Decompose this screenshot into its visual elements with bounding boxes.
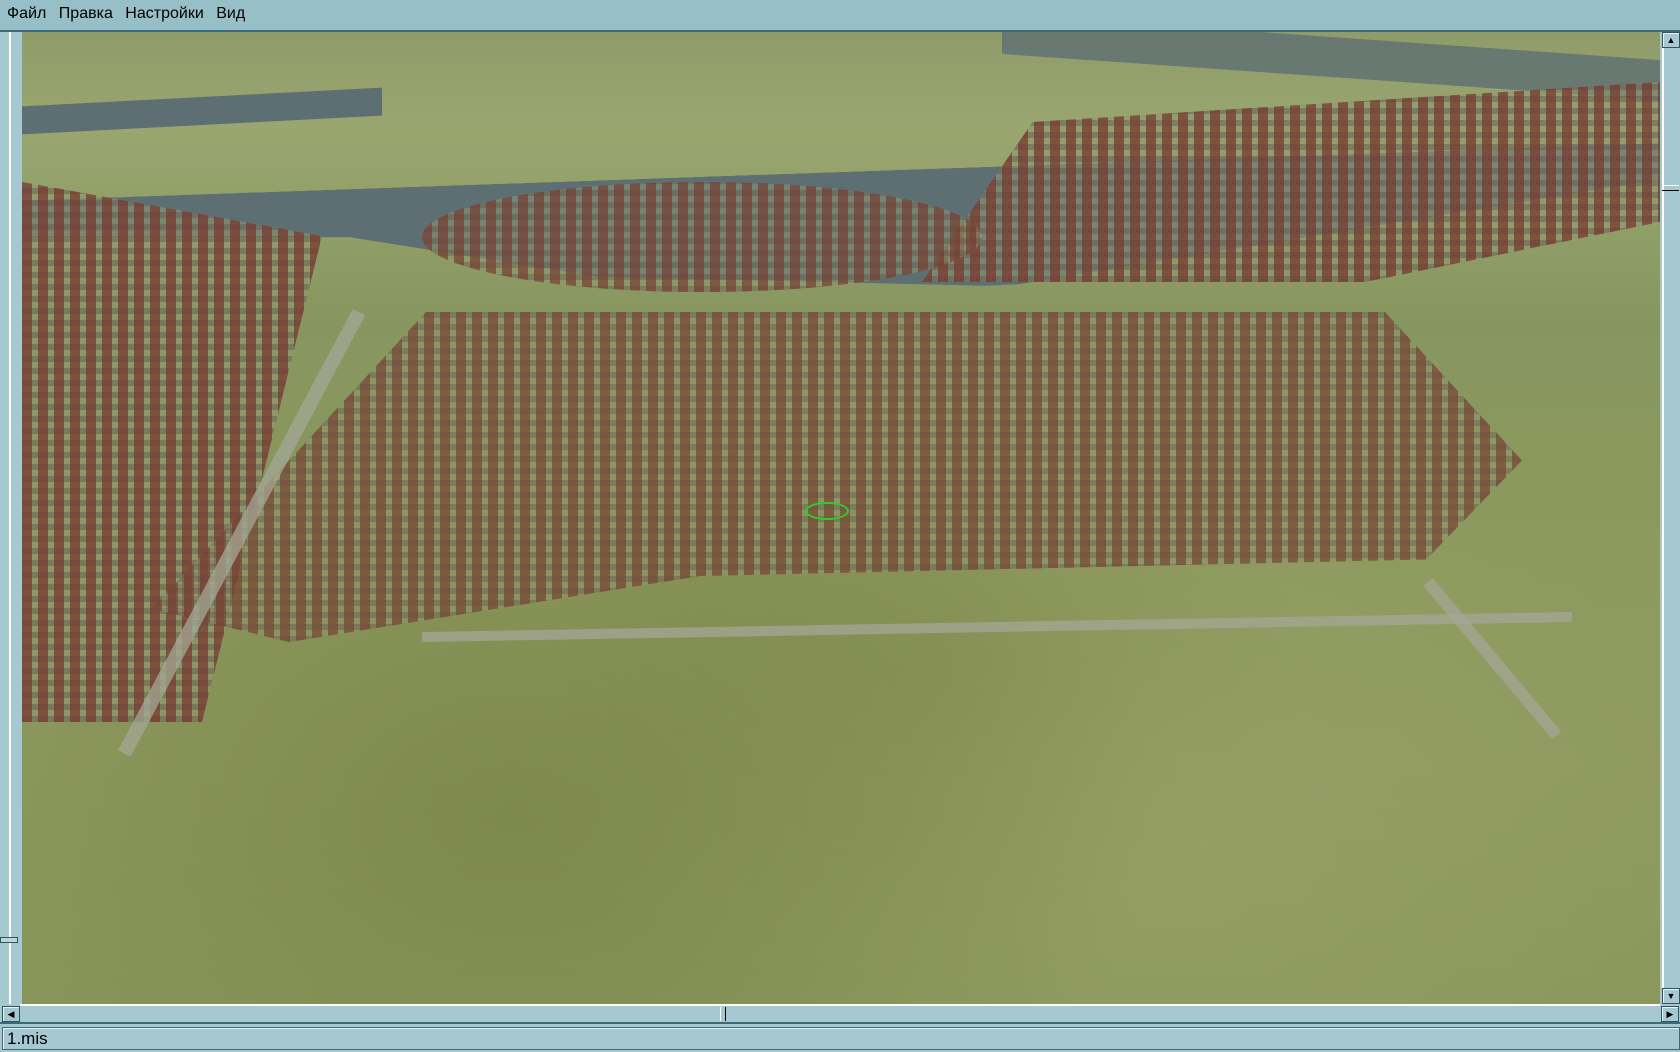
menu-bar: Файл Правка Настройки Вид — [0, 0, 1680, 32]
status-bar: 1.mis — [0, 1022, 1680, 1052]
left-ruler[interactable] — [0, 32, 20, 1004]
horizontal-scrollbar[interactable]: ◀ ▶ — [0, 1004, 1680, 1022]
scroll-track — [1662, 32, 1664, 1004]
scroll-track — [20, 1004, 1660, 1006]
vertical-scrollbar[interactable]: ▲ ▼ — [1660, 32, 1680, 1004]
status-filename: 1.mis — [2, 1027, 1680, 1050]
menu-file[interactable]: Файл — [0, 0, 50, 23]
menu-settings[interactable]: Настройки — [121, 0, 207, 23]
menu-view[interactable]: Вид — [212, 0, 249, 23]
ruler-marker[interactable] — [0, 937, 18, 943]
scroll-down-button[interactable]: ▼ — [1662, 988, 1680, 1004]
vertical-scroll-thumb[interactable] — [1662, 185, 1679, 191]
selection-gizmo[interactable] — [805, 502, 849, 520]
scroll-up-button[interactable]: ▲ — [1662, 32, 1680, 48]
scroll-right-button[interactable]: ▶ — [1661, 1006, 1679, 1022]
menu-edit[interactable]: Правка — [55, 0, 117, 23]
ruler-line — [9, 32, 11, 1004]
horizontal-scroll-thumb[interactable] — [720, 1007, 726, 1021]
3d-map-viewport[interactable] — [22, 32, 1660, 1004]
city-island — [422, 182, 982, 292]
scroll-left-button[interactable]: ◀ — [2, 1006, 20, 1022]
